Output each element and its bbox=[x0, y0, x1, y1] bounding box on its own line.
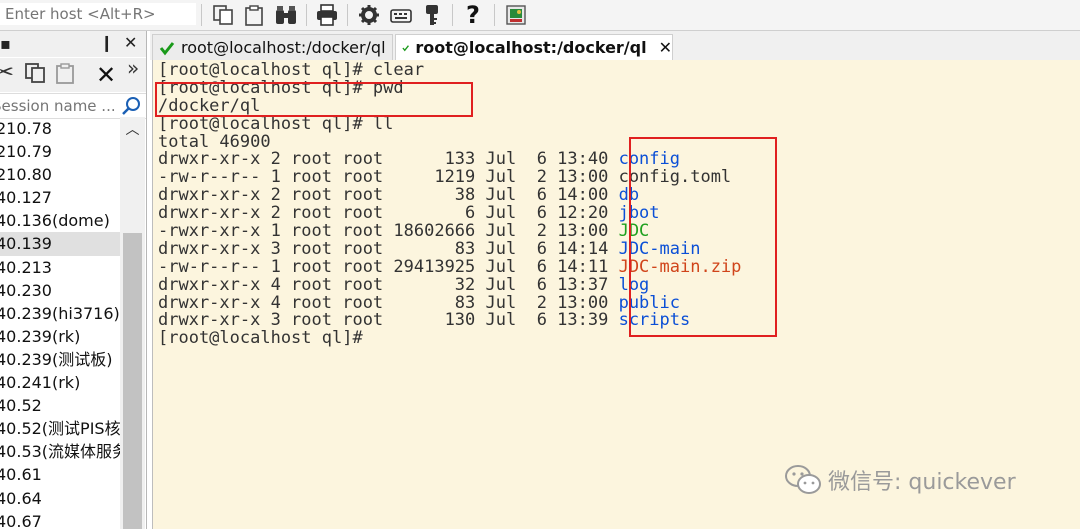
search-icon[interactable] bbox=[120, 95, 142, 117]
session-item[interactable]: 210.80 bbox=[0, 163, 120, 186]
terminal-line: [root@localhost ql]# ll bbox=[158, 113, 394, 134]
terminal[interactable]: [root@localhost ql]# clear [root@localhos… bbox=[152, 60, 1080, 529]
toolbar-separator bbox=[494, 4, 495, 26]
connected-check-icon bbox=[402, 44, 409, 51]
more-icon[interactable]: » bbox=[127, 56, 139, 80]
tab-label: root@localhost:/docker/ql bbox=[415, 38, 647, 57]
copy-session-icon[interactable] bbox=[24, 62, 46, 90]
session-item[interactable]: 40.52(测试PIS核心 bbox=[0, 417, 120, 440]
delete-session-icon[interactable]: ✕ bbox=[96, 61, 116, 89]
keyboard-icon[interactable] bbox=[388, 2, 414, 28]
session-filter-input[interactable] bbox=[0, 96, 118, 116]
session-item[interactable]: 40.53(流媒体服务 bbox=[0, 440, 120, 463]
settings-icon[interactable] bbox=[356, 2, 382, 28]
toolbar-separator bbox=[452, 4, 453, 26]
tab-label: root@localhost:/docker/ql bbox=[181, 38, 386, 57]
watermark: 微信号: quickever bbox=[784, 460, 1016, 500]
session-scrollbar[interactable]: ︿ bbox=[120, 117, 145, 529]
find-icon[interactable] bbox=[273, 2, 299, 28]
session-item[interactable]: 40.127 bbox=[0, 186, 120, 209]
session-list: 210.78 210.79 210.80 40.127 40.136(dome) 40.1… bbox=[0, 117, 120, 529]
pwd-highlight-box bbox=[155, 82, 473, 117]
session-item[interactable]: 40.67 bbox=[0, 510, 120, 529]
session-item[interactable]: 40.239(hi3716) bbox=[0, 302, 120, 325]
toolbar-separator bbox=[201, 4, 202, 26]
session-item[interactable]: 210.78 bbox=[0, 117, 120, 140]
host-input[interactable] bbox=[0, 3, 196, 25]
session-item[interactable]: 40.230 bbox=[0, 279, 120, 302]
close-panel-icon[interactable]: ✕ bbox=[124, 33, 137, 52]
cut-icon[interactable]: ✂ bbox=[0, 58, 14, 86]
file-names-highlight-box bbox=[629, 137, 777, 337]
print-icon[interactable] bbox=[314, 2, 340, 28]
toolbar-separator bbox=[306, 4, 307, 26]
session-item[interactable]: 40.213 bbox=[0, 256, 120, 279]
help-icon[interactable]: ? bbox=[460, 1, 486, 29]
session-item[interactable]: 40.136(dome) bbox=[0, 209, 120, 232]
session-item[interactable]: 40.139 bbox=[0, 232, 120, 256]
session-item[interactable]: 40.241(rk) bbox=[0, 371, 120, 394]
tab-session-1[interactable]: root@localhost:/docker/ql bbox=[152, 34, 393, 60]
tab-bar: root@localhost:/docker/ql root@localhost… bbox=[150, 31, 1080, 60]
screen-icon[interactable] bbox=[503, 2, 529, 28]
copy-icon[interactable] bbox=[210, 2, 236, 28]
session-item[interactable]: 40.239(测试板) bbox=[0, 348, 120, 371]
session-item[interactable]: 40.239(rk) bbox=[0, 325, 120, 348]
paste-icon[interactable] bbox=[241, 2, 267, 28]
tab-session-2[interactable]: root@localhost:/docker/ql ✕ bbox=[395, 34, 673, 60]
watermark-text: 微信号: quickever bbox=[828, 470, 1016, 495]
pin-icon[interactable]: ❙ bbox=[100, 33, 113, 52]
session-item[interactable]: 40.52 bbox=[0, 394, 120, 417]
wechat-icon bbox=[785, 465, 821, 494]
session-panel: ▪ ❙ ✕ ✂ ✕ » 210.78210.79210.8040.12740.1… bbox=[0, 31, 147, 529]
close-tab-icon[interactable]: ✕ bbox=[659, 38, 672, 57]
session-item[interactable]: 40.61 bbox=[0, 463, 120, 486]
key-icon[interactable] bbox=[419, 2, 445, 28]
connected-check-icon bbox=[159, 41, 175, 55]
toolbar: ? bbox=[0, 0, 1080, 31]
session-item[interactable]: 40.64 bbox=[0, 487, 120, 510]
toolbar-separator bbox=[347, 4, 348, 26]
session-search bbox=[0, 93, 146, 119]
scroll-thumb[interactable] bbox=[123, 233, 142, 529]
session-item[interactable]: 210.79 bbox=[0, 140, 120, 163]
session-panel-header: ▪ ❙ ✕ bbox=[0, 31, 146, 57]
paste-session-icon[interactable] bbox=[54, 62, 76, 90]
panel-grip: ▪ bbox=[0, 34, 11, 53]
scroll-up-arrow-icon[interactable]: ︿ bbox=[120, 119, 145, 139]
session-tools: ✂ ✕ » bbox=[0, 56, 146, 92]
